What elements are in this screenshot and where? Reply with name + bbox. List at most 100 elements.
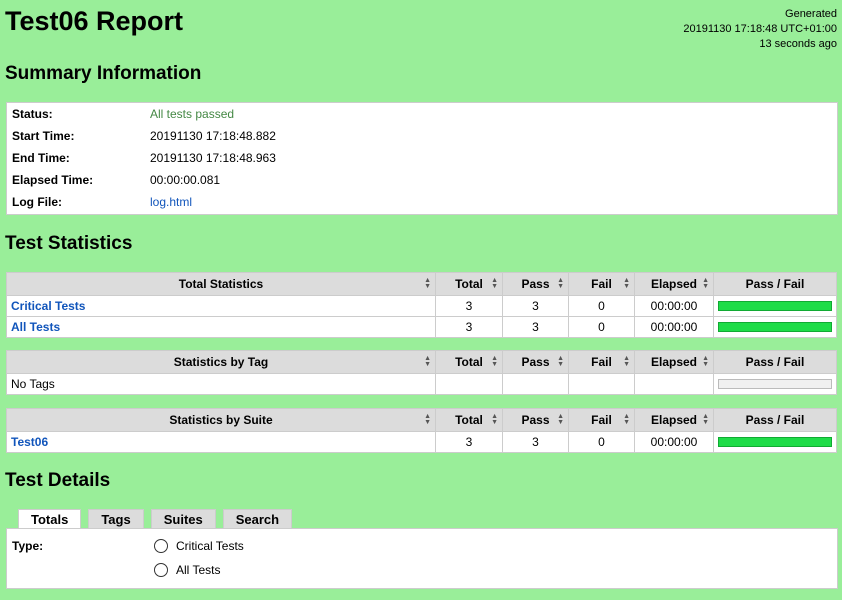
cell-elapsed: 00:00:00: [634, 316, 714, 338]
col-header-label: Pass / Fail: [745, 277, 805, 291]
status-value: All tests passed: [150, 107, 235, 121]
option-all-tests[interactable]: All Tests: [154, 563, 220, 577]
table-row: All Tests 3 3 0 00:00:00: [6, 316, 837, 338]
option-label: All Tests: [176, 563, 221, 577]
log-file-label: Log File:: [12, 195, 62, 209]
col-header-label: Pass: [521, 277, 550, 291]
col-header-label: Total Statistics: [178, 277, 264, 291]
sort-icon: ▲ ▼: [557, 355, 564, 368]
cell-pass: 3: [502, 295, 569, 317]
radio-critical-tests[interactable]: [154, 539, 168, 553]
col-header-fail[interactable]: Fail ▲ ▼: [568, 350, 635, 374]
pass-fail-bar: [718, 437, 832, 447]
cell-pass: 3: [502, 431, 569, 453]
start-time-value: 20191130 17:18:48.882: [150, 129, 276, 143]
col-header-name[interactable]: Total Statistics ▲ ▼: [6, 272, 436, 296]
pass-fail-bar: [718, 322, 832, 332]
cell-total: 3: [435, 431, 503, 453]
col-header-label: Total: [455, 355, 483, 369]
tag-statistics-table: Statistics by Tag ▲ ▼ Total ▲ ▼ Pass ▲ ▼ Fail ▲…: [6, 350, 837, 395]
stat-link-critical-tests[interactable]: Critical Tests: [11, 299, 85, 313]
col-header-label: Pass: [521, 355, 550, 369]
summary-row-status: Status: All tests passed: [7, 103, 837, 125]
generated-info: Generated 20191130 17:18:48 UTC+01:00 13…: [683, 7, 837, 52]
cell-name: No Tags: [6, 373, 436, 395]
stat-link-all-tests[interactable]: All Tests: [11, 320, 60, 334]
col-header-total[interactable]: Total ▲ ▼: [435, 408, 503, 432]
col-header-label: Elapsed: [650, 277, 698, 291]
sort-icon: ▲ ▼: [623, 355, 630, 368]
sort-icon: ▲ ▼: [702, 413, 709, 426]
suite-statistics-table: Statistics by Suite ▲ ▼ Total ▲ ▼ Pass ▲ ▼ Fai…: [6, 408, 837, 453]
col-header-label: Total: [455, 413, 483, 427]
col-header-label: Fail: [591, 277, 612, 291]
summary-row-elapsed: Elapsed Time: 00:00:00.081: [7, 169, 837, 191]
cell-total: 3: [435, 316, 503, 338]
sort-icon: ▲ ▼: [491, 277, 498, 290]
col-header-elapsed[interactable]: Elapsed ▲ ▼: [634, 350, 714, 374]
details-panel: Type: Critical Tests All Tests: [6, 528, 838, 589]
col-header-pass[interactable]: Pass ▲ ▼: [502, 272, 569, 296]
col-header-pass[interactable]: Pass ▲ ▼: [502, 350, 569, 374]
radio-all-tests[interactable]: [154, 563, 168, 577]
col-header-pass[interactable]: Pass ▲ ▼: [502, 408, 569, 432]
sort-icon: ▲ ▼: [424, 355, 431, 368]
col-header-total[interactable]: Total ▲ ▼: [435, 350, 503, 374]
sort-icon: ▲ ▼: [623, 277, 630, 290]
col-header-label: Statistics by Tag: [173, 355, 269, 369]
tab-suites[interactable]: Suites: [150, 509, 216, 529]
table-row: No Tags: [6, 373, 837, 395]
pass-fail-bar: [718, 379, 832, 389]
status-label: Status:: [12, 107, 53, 121]
table-row: Critical Tests 3 3 0 00:00:00: [6, 295, 837, 317]
sort-icon: ▲ ▼: [557, 413, 564, 426]
col-header-name[interactable]: Statistics by Tag ▲ ▼: [6, 350, 436, 374]
col-header-pass-fail: Pass / Fail: [713, 350, 837, 374]
elapsed-time-value: 00:00:00.081: [150, 173, 221, 187]
cell-pass: [502, 373, 569, 395]
col-header-fail[interactable]: Fail ▲ ▼: [568, 408, 635, 432]
generated-ago: 13 seconds ago: [759, 38, 837, 50]
cell-total: 3: [435, 295, 503, 317]
option-label: Critical Tests: [176, 539, 244, 553]
summary-row-start: Start Time: 20191130 17:18:48.882: [7, 125, 837, 147]
summary-table: Status: All tests passed Start Time: 201…: [6, 102, 838, 215]
stat-link-suite[interactable]: Test06: [11, 435, 48, 449]
generated-time: 20191130 17:18:48 UTC+01:00: [683, 23, 837, 35]
sort-icon: ▲ ▼: [702, 355, 709, 368]
sort-icon: ▲ ▼: [491, 355, 498, 368]
col-header-fail[interactable]: Fail ▲ ▼: [568, 272, 635, 296]
sort-icon: ▲ ▼: [424, 413, 431, 426]
sort-icon: ▲ ▼: [424, 277, 431, 290]
col-header-label: Pass: [521, 413, 550, 427]
col-header-pass-fail: Pass / Fail: [713, 272, 837, 296]
col-header-total[interactable]: Total ▲ ▼: [435, 272, 503, 296]
col-header-elapsed[interactable]: Elapsed ▲ ▼: [634, 408, 714, 432]
col-header-pass-fail: Pass / Fail: [713, 408, 837, 432]
cell-total: [435, 373, 503, 395]
cell-fail: 0: [568, 316, 635, 338]
option-critical-tests[interactable]: Critical Tests: [154, 539, 244, 553]
summary-row-log: Log File: log.html: [7, 191, 837, 213]
col-header-name[interactable]: Statistics by Suite ▲ ▼: [6, 408, 436, 432]
tab-tags[interactable]: Tags: [88, 509, 144, 529]
col-header-label: Statistics by Suite: [169, 413, 273, 427]
type-label: Type:: [12, 539, 44, 553]
sort-icon: ▲ ▼: [557, 277, 564, 290]
details-heading: Test Details: [5, 470, 111, 491]
elapsed-time-label: Elapsed Time:: [12, 173, 94, 187]
report-title: Test06 Report: [5, 6, 184, 36]
generated-label: Generated: [785, 8, 837, 20]
cell-elapsed: 00:00:00: [634, 295, 714, 317]
sort-icon: ▲ ▼: [623, 413, 630, 426]
end-time-value: 20191130 17:18:48.963: [150, 151, 276, 165]
end-time-label: End Time:: [12, 151, 70, 165]
sort-icon: ▲ ▼: [702, 277, 709, 290]
col-header-elapsed[interactable]: Elapsed ▲ ▼: [634, 272, 714, 296]
summary-row-end: End Time: 20191130 17:18:48.963: [7, 147, 837, 169]
col-header-label: Elapsed: [650, 355, 698, 369]
tab-search[interactable]: Search: [222, 509, 293, 529]
col-header-label: Total: [455, 277, 483, 291]
cell-elapsed: [634, 373, 714, 395]
log-file-link[interactable]: log.html: [150, 195, 192, 209]
